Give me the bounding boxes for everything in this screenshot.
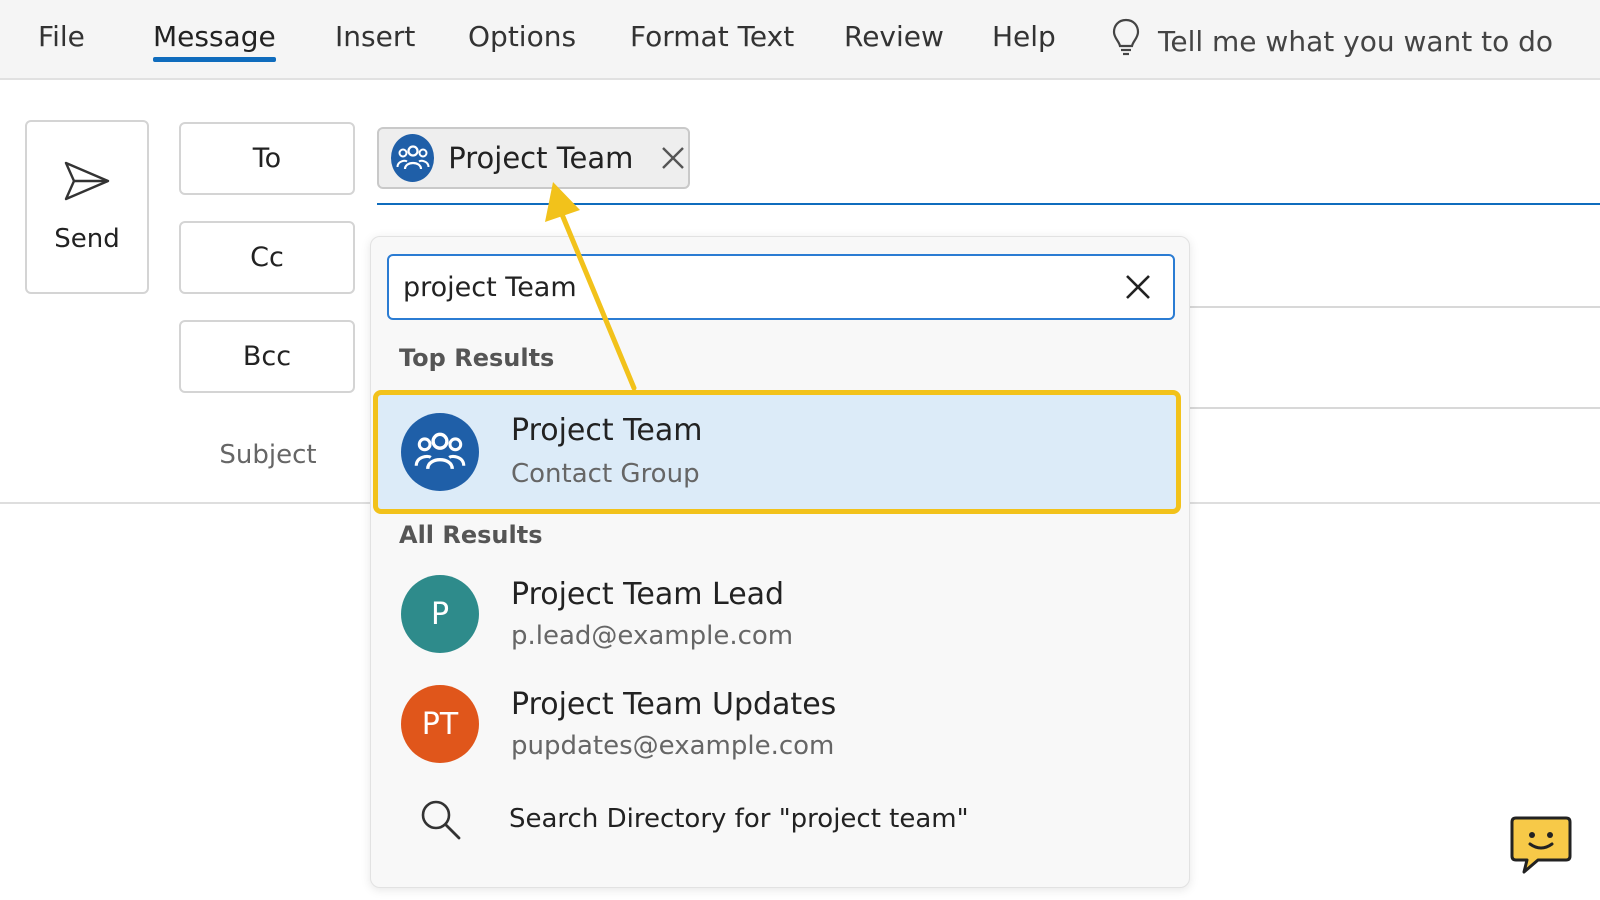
bcc-field-line: [1188, 407, 1600, 409]
contact-email: p.lead@example.com: [511, 621, 794, 651]
cc-button[interactable]: Cc: [179, 221, 355, 294]
tab-help[interactable]: Help: [992, 20, 1056, 53]
top-result-item[interactable]: Project Team Contact Group: [373, 390, 1181, 514]
tell-me-search[interactable]: Tell me what you want to do: [1112, 18, 1553, 65]
tell-me-text: Tell me what you want to do: [1158, 25, 1554, 58]
top-result-subtitle: Contact Group: [511, 459, 700, 489]
contact-email: pupdates@example.com: [511, 731, 835, 761]
list-item[interactable]: PT Project Team Updates pupdates@example…: [371, 677, 1189, 777]
search-directory-text: Search Directory for "project team": [509, 804, 969, 834]
top-results-heading: Top Results: [399, 344, 555, 372]
recipient-search-input[interactable]: [403, 271, 1083, 303]
contact-name: Project Team Updates: [511, 687, 837, 722]
send-label: Send: [54, 224, 120, 254]
tab-review[interactable]: Review: [844, 20, 944, 53]
group-avatar: [401, 413, 479, 491]
list-item[interactable]: P Project Team Lead p.lead@example.com: [371, 567, 1189, 667]
tab-format-text[interactable]: Format Text: [630, 20, 794, 53]
all-results-heading: All Results: [399, 521, 543, 549]
tab-file[interactable]: File: [38, 20, 85, 53]
send-icon: [63, 160, 111, 206]
people-group-icon: [414, 432, 466, 470]
lightbulb-icon: [1112, 18, 1140, 65]
to-recipient-chip[interactable]: Project Team: [377, 127, 690, 189]
clear-search-close-icon[interactable]: [1121, 270, 1155, 304]
contact-avatar: PT: [401, 685, 479, 763]
tab-options[interactable]: Options: [468, 20, 576, 53]
ribbon-tabs: File Message Insert Options Format Text …: [0, 0, 1600, 80]
recipient-search-box: [387, 254, 1175, 320]
group-avatar: [391, 134, 435, 182]
contact-avatar: P: [401, 575, 479, 653]
recipient-name: Project Team: [448, 141, 634, 175]
tab-insert[interactable]: Insert: [335, 20, 415, 53]
to-button[interactable]: To: [179, 122, 355, 195]
tab-message[interactable]: Message: [153, 20, 276, 62]
send-button[interactable]: Send: [25, 120, 149, 294]
search-directory-item[interactable]: Search Directory for "project team": [401, 789, 1161, 849]
people-group-icon: [396, 145, 430, 170]
recipient-suggestions-dropdown: Top Results Project Team Contact Group A…: [370, 236, 1190, 888]
cc-field-line: [1188, 306, 1600, 308]
top-result-name: Project Team: [511, 413, 703, 448]
feedback-smiley-icon[interactable]: [1510, 814, 1572, 876]
to-field-underline: [377, 203, 1600, 205]
bcc-button[interactable]: Bcc: [179, 320, 355, 393]
search-icon: [418, 797, 462, 845]
subject-label: Subject: [219, 440, 317, 470]
remove-recipient-close-icon[interactable]: [657, 141, 688, 175]
contact-name: Project Team Lead: [511, 577, 785, 612]
